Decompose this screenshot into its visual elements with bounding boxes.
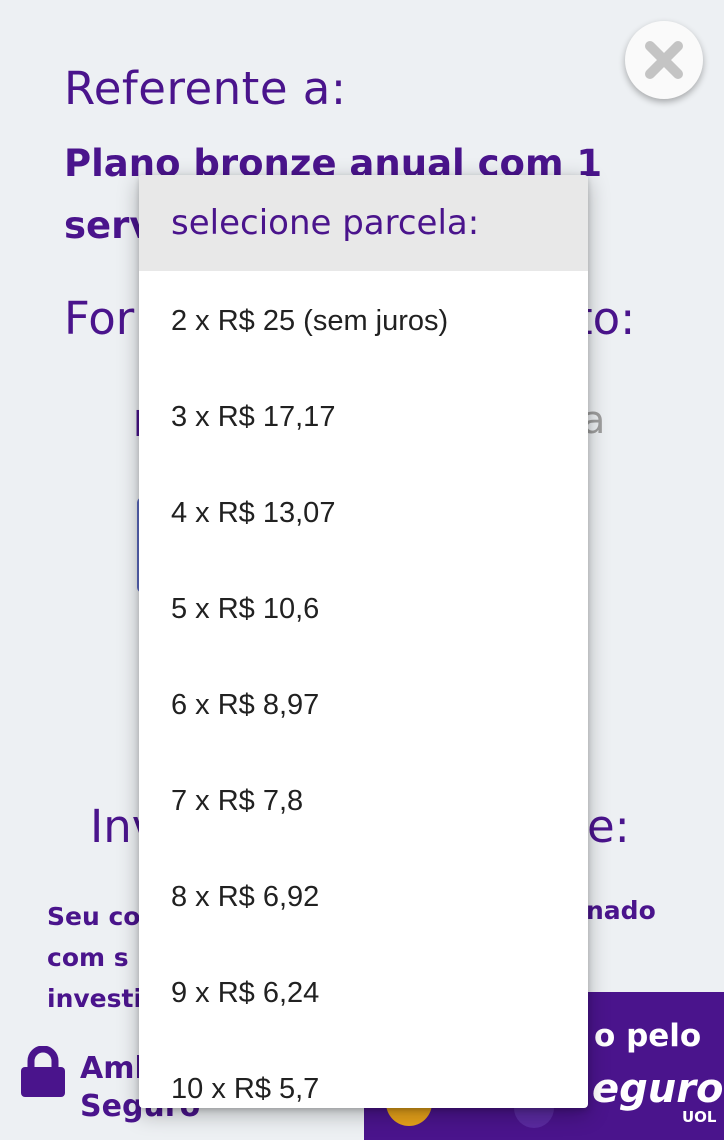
installment-option[interactable]: 3 x R$ 17,17 (139, 369, 588, 465)
desc-line-3: investi (47, 984, 143, 1013)
banner-brand-text: eguro (592, 1066, 724, 1112)
installment-option[interactable]: 2 x R$ 25 (sem juros) (139, 273, 588, 369)
close-button[interactable] (625, 21, 703, 99)
installment-option[interactable]: 7 x R$ 7,8 (139, 753, 588, 849)
installment-dropdown[interactable]: selecione parcela: 2 x R$ 25 (sem juros)… (139, 175, 588, 1108)
investment-description-end: nado (586, 896, 656, 925)
installment-option[interactable]: 5 x R$ 10,6 (139, 561, 588, 657)
desc-line-1: Seu co (47, 902, 141, 931)
dropdown-header: selecione parcela: (139, 175, 588, 271)
installment-option[interactable]: 6 x R$ 8,97 (139, 657, 588, 753)
banner-brand-small: UOL (682, 1108, 717, 1126)
investment-heading-end: e: (587, 800, 630, 853)
close-icon (645, 41, 683, 79)
investment-description: Seu co com s investi (47, 896, 142, 1019)
lock-icon (20, 1045, 66, 1102)
installment-option[interactable]: 4 x R$ 13,07 (139, 465, 588, 561)
installment-option[interactable]: 8 x R$ 6,92 (139, 849, 588, 945)
desc-line-2: com s (47, 943, 129, 972)
payment-method-heading: For (64, 292, 135, 345)
installment-option[interactable]: 9 x R$ 6,24 (139, 945, 588, 1041)
referente-heading: Referente a: (64, 62, 347, 115)
installment-option[interactable]: 10 x R$ 5,7 (139, 1041, 588, 1108)
banner-top-text: o pelo (594, 1018, 702, 1054)
